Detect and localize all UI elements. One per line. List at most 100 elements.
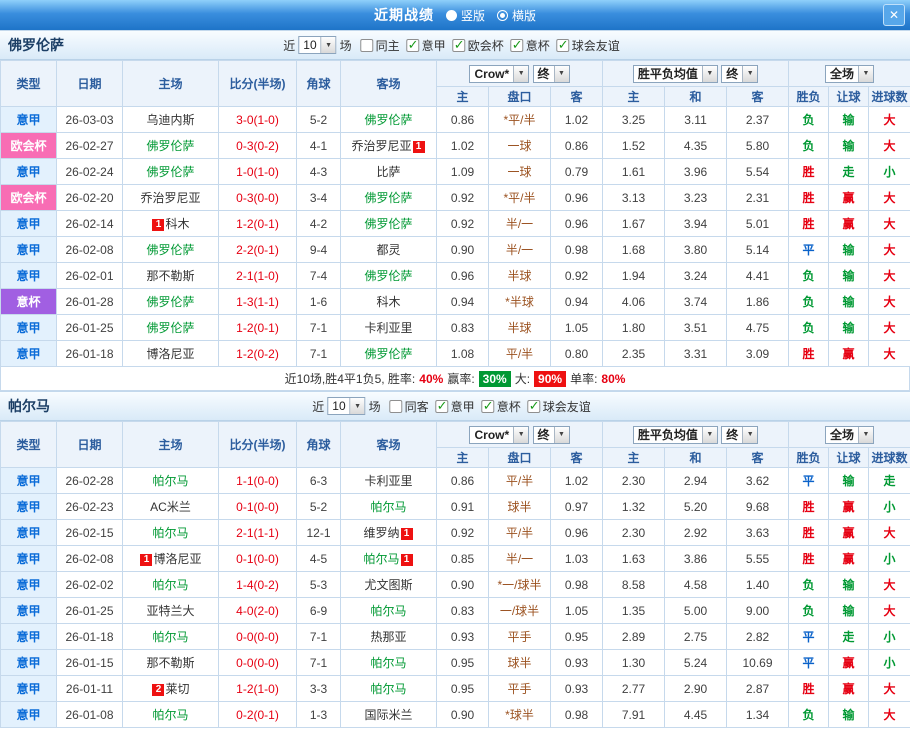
away-team-name[interactable]: 佛罗伦萨 xyxy=(364,269,412,283)
away-team-name[interactable]: 佛罗伦萨 xyxy=(364,113,412,127)
home-team-name[interactable]: 那不勒斯 xyxy=(146,656,194,670)
filter-checkbox[interactable]: 欧会杯 xyxy=(453,37,504,54)
filter-checkbox[interactable]: 同客 xyxy=(390,398,429,415)
score-cell[interactable]: 3-0(1-0) xyxy=(219,107,297,133)
score-cell[interactable]: 1-1(0-0) xyxy=(219,468,297,494)
filter-checkbox[interactable]: 同主 xyxy=(361,37,400,54)
home-team-name[interactable]: 佛罗伦萨 xyxy=(146,243,194,257)
score-cell[interactable]: 1-2(0-2) xyxy=(219,341,297,367)
away-team-name[interactable]: 帕尔马 xyxy=(370,656,406,670)
score-cell[interactable]: 0-1(0-0) xyxy=(219,494,297,520)
home-team-name[interactable]: 博洛尼亚 xyxy=(146,347,194,361)
home-team-name[interactable]: 乌迪内斯 xyxy=(146,113,194,127)
away-team-name[interactable]: 都灵 xyxy=(376,243,400,257)
filter-checkbox[interactable]: 球会友谊 xyxy=(528,398,591,415)
filter-checkbox[interactable]: 球会友谊 xyxy=(557,37,620,54)
checkbox-icon[interactable] xyxy=(407,39,420,52)
home-team-name[interactable]: 帕尔马 xyxy=(152,708,188,722)
score-cell[interactable]: 2-1(1-1) xyxy=(219,520,297,546)
away-team-name[interactable]: 帕尔马 xyxy=(363,552,399,566)
scope-dropdown[interactable]: 全场▼ xyxy=(825,426,874,444)
home-team-name[interactable]: 佛罗伦萨 xyxy=(146,139,194,153)
handicap-result-cell: 输 xyxy=(829,702,869,728)
home-team-name[interactable]: 佛罗伦萨 xyxy=(146,165,194,179)
close-button[interactable]: ✕ xyxy=(883,4,905,26)
avg-dropdown[interactable]: 胜平负均值▼ xyxy=(633,426,718,444)
filter-checkbox[interactable]: 意杯 xyxy=(511,37,550,54)
away-team-name[interactable]: 国际米兰 xyxy=(364,708,412,722)
team-name-parma[interactable]: 帕尔马 xyxy=(0,396,58,416)
score-cell[interactable]: 0-3(0-2) xyxy=(219,133,297,159)
score-cell[interactable]: 0-1(0-0) xyxy=(219,546,297,572)
odds-time-dropdown[interactable]: 终▼ xyxy=(533,426,570,444)
away-team-name[interactable]: 热那亚 xyxy=(370,630,406,644)
team-name-fiorentina[interactable]: 佛罗伦萨 xyxy=(0,35,72,55)
away-team-name[interactable]: 帕尔马 xyxy=(370,500,406,514)
away-team-name[interactable]: 科木 xyxy=(376,295,400,309)
checkbox-icon[interactable] xyxy=(528,400,541,413)
home-team-name[interactable]: 科木 xyxy=(165,217,189,231)
avg-time-dropdown[interactable]: 终▼ xyxy=(721,65,758,83)
radio-vertical[interactable]: 竖版 xyxy=(446,7,485,24)
home-team-name[interactable]: 亚特兰大 xyxy=(146,604,194,618)
score-cell[interactable]: 1-2(0-1) xyxy=(219,315,297,341)
score-cell[interactable]: 0-2(0-1) xyxy=(219,702,297,728)
home-team-name[interactable]: AC米兰 xyxy=(150,500,191,514)
odds-source-dropdown[interactable]: Crow*▼ xyxy=(469,65,529,83)
away-team-name[interactable]: 佛罗伦萨 xyxy=(364,217,412,231)
avg-dropdown[interactable]: 胜平负均值▼ xyxy=(633,65,718,83)
home-team-name[interactable]: 帕尔马 xyxy=(152,474,188,488)
home-team-name[interactable]: 那不勒斯 xyxy=(146,269,194,283)
score-cell[interactable]: 0-0(0-0) xyxy=(219,650,297,676)
checkbox-icon[interactable] xyxy=(511,39,524,52)
filter-checkbox[interactable]: 意甲 xyxy=(407,37,446,54)
home-team-name[interactable]: 乔治罗尼亚 xyxy=(140,191,200,205)
home-team-name[interactable]: 帕尔马 xyxy=(152,578,188,592)
score-cell[interactable]: 2-1(1-0) xyxy=(219,263,297,289)
home-team-name[interactable]: 莱切 xyxy=(165,682,189,696)
away-team-name[interactable]: 帕尔马 xyxy=(370,682,406,696)
away-team-name[interactable]: 佛罗伦萨 xyxy=(364,191,412,205)
filter-checkbox[interactable]: 意杯 xyxy=(482,398,521,415)
recent-count-dropdown[interactable]: 10▼ xyxy=(298,36,336,54)
score-cell[interactable]: 1-3(1-1) xyxy=(219,289,297,315)
corner-cell: 7-1 xyxy=(297,315,341,341)
away-team-name[interactable]: 帕尔马 xyxy=(370,604,406,618)
score-cell[interactable]: 4-0(2-0) xyxy=(219,598,297,624)
away-team-name[interactable]: 比萨 xyxy=(376,165,400,179)
away-team-name[interactable]: 卡利亚里 xyxy=(364,321,412,335)
checkbox-icon[interactable] xyxy=(557,39,570,52)
score-cell[interactable]: 1-4(0-2) xyxy=(219,572,297,598)
filter-checkbox[interactable]: 意甲 xyxy=(436,398,475,415)
scope-dropdown[interactable]: 全场▼ xyxy=(825,65,874,83)
score-cell[interactable]: 1-2(0-1) xyxy=(219,211,297,237)
score-cell[interactable]: 1-2(1-0) xyxy=(219,676,297,702)
away-team-name[interactable]: 维罗纳 xyxy=(363,526,399,540)
home-team-name[interactable]: 帕尔马 xyxy=(152,526,188,540)
score-cell[interactable]: 2-2(0-1) xyxy=(219,237,297,263)
score-cell[interactable]: 0-3(0-0) xyxy=(219,185,297,211)
checkbox-icon[interactable] xyxy=(361,39,374,52)
checkbox-icon[interactable] xyxy=(453,39,466,52)
score-cell[interactable]: 1-0(1-0) xyxy=(219,159,297,185)
checkbox-icon[interactable] xyxy=(390,400,403,413)
radio-button-icon[interactable] xyxy=(446,10,457,21)
home-team-name[interactable]: 佛罗伦萨 xyxy=(146,295,194,309)
score-cell[interactable]: 0-0(0-0) xyxy=(219,624,297,650)
odds-time-dropdown[interactable]: 终▼ xyxy=(533,65,570,83)
checkbox-icon[interactable] xyxy=(482,400,495,413)
away-team-name[interactable]: 佛罗伦萨 xyxy=(364,347,412,361)
home-team-name[interactable]: 博洛尼亚 xyxy=(153,552,201,566)
away-team-name[interactable]: 乔治罗尼亚 xyxy=(351,139,411,153)
radio-horizontal[interactable]: 横版 xyxy=(497,7,536,24)
home-team-name[interactable]: 佛罗伦萨 xyxy=(146,321,194,335)
home-team-name[interactable]: 帕尔马 xyxy=(152,630,188,644)
checkbox-icon[interactable] xyxy=(436,400,449,413)
recent-count-dropdown[interactable]: 10▼ xyxy=(327,397,365,415)
odds-source-dropdown[interactable]: Crow*▼ xyxy=(469,426,529,444)
avg-time-dropdown[interactable]: 终▼ xyxy=(721,426,758,444)
away-team-name[interactable]: 尤文图斯 xyxy=(364,578,412,592)
radio-button-icon[interactable] xyxy=(497,10,508,21)
handicap-result-cell: 走 xyxy=(829,624,869,650)
away-team-name[interactable]: 卡利亚里 xyxy=(364,474,412,488)
